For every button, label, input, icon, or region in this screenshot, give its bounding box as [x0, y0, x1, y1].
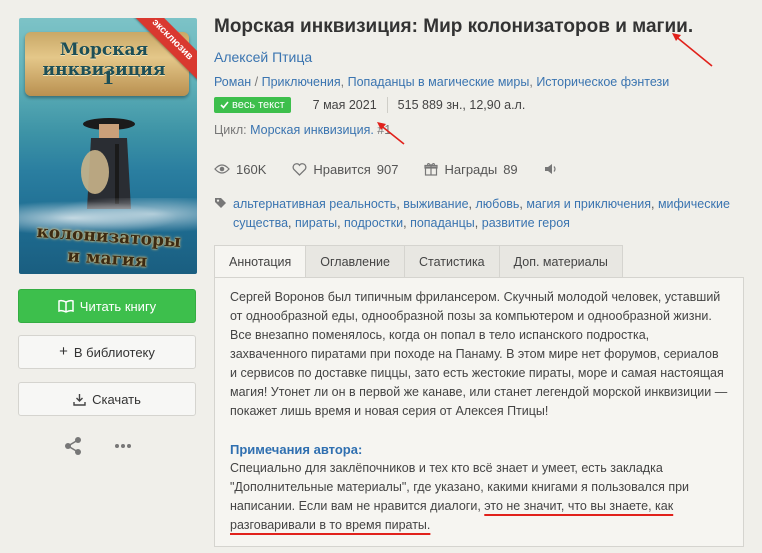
likes-count: 907 — [376, 161, 399, 177]
tab-statistics[interactable]: Статистика — [403, 245, 500, 277]
awards-count: 89 — [503, 161, 518, 177]
tag-link[interactable]: выживание — [403, 197, 468, 211]
heart-icon — [292, 162, 307, 176]
tag-items: альтернативная реальность, выживание, лю… — [233, 197, 730, 230]
read-book-label: Читать книгу — [79, 298, 157, 314]
views-count: 160K — [236, 161, 267, 177]
cycle-info: Цикл: Морская инквизиция. #1 — [214, 122, 744, 138]
genre-link[interactable]: Приключения — [262, 75, 341, 89]
tag-link[interactable]: пираты — [295, 216, 337, 230]
check-icon — [220, 101, 229, 109]
extra-actions — [18, 436, 198, 456]
cycle-number: #1 — [377, 123, 392, 137]
more-icon[interactable] — [113, 436, 133, 456]
tag-link[interactable]: развитие героя — [482, 216, 570, 230]
tab-extra-materials[interactable]: Доп. материалы — [498, 245, 623, 277]
tag-list: альтернативная реальность, выживание, лю… — [214, 195, 744, 233]
speaker-icon — [544, 164, 556, 174]
awards-stat[interactable]: Награды 89 — [424, 161, 518, 177]
download-icon — [73, 393, 86, 406]
genre-link[interactable]: Историческое фэнтези — [536, 75, 669, 89]
tag-link[interactable]: альтернативная реальность — [233, 197, 396, 211]
left-column: Морская инквизиция 1 колонизаторы и маги… — [18, 18, 198, 456]
add-to-library-label: В библиотеку — [73, 344, 155, 360]
cycle-label: Цикл: — [214, 123, 247, 137]
likes-stat[interactable]: Нравится 907 — [292, 162, 398, 177]
gift-icon — [424, 162, 439, 176]
plus-icon: + — [59, 343, 68, 360]
genre-list: Роман / Приключения, Попаданцы в магичес… — [214, 75, 670, 89]
download-button[interactable]: Скачать — [18, 382, 196, 416]
book-stats: 160K Нравится 907 Награды 89 — [214, 160, 744, 178]
annotation-text: Сергей Воронов был типичным фрилансером.… — [230, 290, 728, 418]
download-label: Скачать — [92, 391, 141, 407]
views-stat: 160K — [214, 162, 266, 177]
tab-annotation[interactable]: Аннотация — [214, 245, 307, 277]
tab-contents[interactable]: Оглавление — [305, 245, 405, 277]
tag-link[interactable]: подростки — [344, 216, 403, 230]
author-link[interactable]: Алексей Птица — [214, 48, 744, 66]
awards-label: Награды — [444, 161, 498, 177]
genre-link[interactable]: Роман — [214, 75, 251, 89]
book-size: 515 889 зн., 12,90 а.л. — [397, 98, 526, 112]
book-details: Морская инквизиция: Мир колонизаторов и … — [214, 14, 744, 547]
book-meta: весь текст 7 мая 2021 515 889 зн., 12,90… — [214, 96, 744, 114]
tag-link[interactable]: попаданцы — [410, 216, 475, 230]
annotation-panel: Сергей Воронов был типичным фрилансером.… — [214, 277, 744, 547]
author-notes-title: Примечания автора: — [230, 442, 363, 457]
book-title: Морская инквизиция: Мир колонизаторов и … — [214, 16, 694, 37]
tag-link[interactable]: любовь — [475, 197, 519, 211]
cover-number: 1 — [101, 68, 115, 89]
tag-link[interactable]: магия и приключения — [526, 197, 651, 211]
audio-stat[interactable] — [544, 163, 558, 175]
full-text-badge: весь текст — [214, 97, 291, 113]
full-text-label: весь текст — [232, 99, 285, 111]
book-open-icon — [58, 299, 74, 313]
tab-bar: Аннотация Оглавление Статистика Доп. мат… — [214, 245, 744, 277]
publish-date: 7 мая 2021 — [312, 98, 377, 112]
author-notes: Специально для заклёпочников и тех кто в… — [230, 459, 728, 535]
tag-icon — [215, 198, 226, 208]
read-book-button[interactable]: Читать книгу — [18, 289, 196, 323]
eye-icon — [214, 164, 230, 174]
book-cover[interactable]: Морская инквизиция 1 колонизаторы и маги… — [19, 18, 197, 274]
genre-link[interactable]: Попаданцы в магические миры — [348, 75, 530, 89]
divider — [386, 97, 388, 113]
cycle-link[interactable]: Морская инквизиция. — [250, 123, 374, 137]
likes-label: Нравится — [313, 161, 371, 177]
add-to-library-button[interactable]: + В библиотеку — [18, 335, 196, 369]
share-icon[interactable] — [63, 436, 83, 456]
